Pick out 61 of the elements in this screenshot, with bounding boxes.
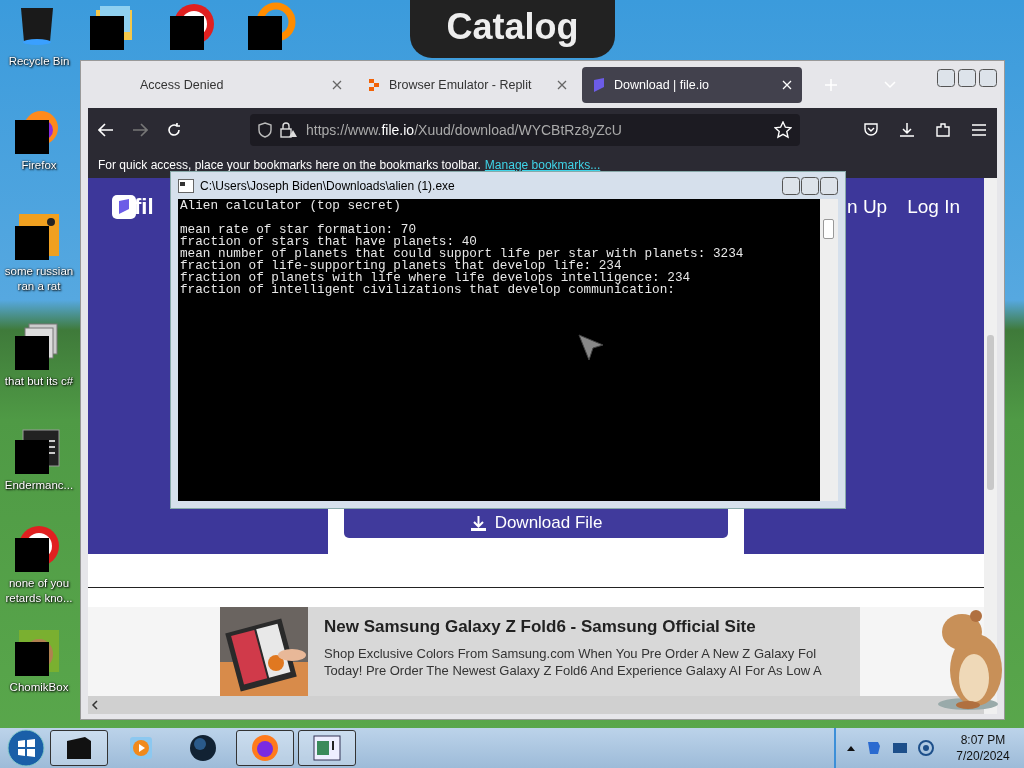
icon-label: that but its c# (4, 374, 74, 389)
logo-icon (112, 195, 136, 219)
reload-icon[interactable] (166, 122, 182, 138)
download-icon[interactable] (899, 122, 915, 138)
globe-icon (189, 734, 217, 762)
window-title: C:\Users\Joseph Biden\Downloads\alien (1).exe (200, 178, 456, 193)
icon-label: Recycle Bin (8, 54, 70, 69)
cursor-icon (578, 334, 604, 362)
console-line: Alien calculator (top secret) (180, 200, 402, 212)
console-line: fraction of intelligent civilizations that develop communication: (180, 284, 676, 296)
window-icon (313, 735, 341, 761)
app-icon[interactable] (248, 2, 296, 50)
extensions-icon[interactable] (935, 122, 951, 138)
nav-link[interactable]: n Up (847, 196, 888, 218)
ad-text: Today! Pre Order The Newest Galaxy Z Fold6 And Experience Galaxy AI For As Low A (324, 662, 823, 680)
console-line: mean rate of star formation: 70 (180, 224, 417, 236)
icon-label: Firefox (21, 158, 57, 173)
ad-banner[interactable] (308, 607, 860, 697)
box-icon (65, 735, 93, 761)
menu-icon[interactable] (971, 123, 987, 137)
forward-icon[interactable] (132, 123, 148, 137)
manage-bookmarks-link[interactable]: Manage bookmarks... (484, 158, 601, 172)
icon-label: ChomikBox (9, 680, 69, 695)
icon-label: none of you retards kno... (4, 576, 74, 606)
url-field[interactable]: https://www.file.io/Xuud/download/WYCBtRz8yZcU (250, 114, 800, 146)
icon-label: some russian ran a rat (3, 264, 75, 294)
start-button[interactable] (6, 729, 46, 767)
console-line: fraction of stars that have planets: 40 (180, 236, 477, 248)
browser-tab[interactable]: Download | file.io (582, 66, 802, 103)
taskbar-button[interactable] (298, 730, 356, 766)
catalog-window: Catalog (410, 0, 615, 58)
ad-text: Shop Exclusive Colors From Samsung.com When You Pre Order A New Z Galaxy Fol (324, 645, 818, 663)
taskbar-button[interactable] (236, 730, 294, 766)
nav-link[interactable]: Log In (907, 196, 960, 218)
scroll-left-icon[interactable] (91, 700, 99, 710)
taskbar-button[interactable] (50, 730, 108, 766)
console-icon (178, 178, 194, 193)
console-line: fraction of planets with life where life develops intelligence: 234 (180, 272, 692, 284)
star-icon[interactable] (774, 121, 792, 139)
scrollbar[interactable] (820, 199, 838, 501)
download-icon (469, 514, 487, 532)
pocket-icon[interactable] (863, 122, 879, 138)
chevron-up-icon[interactable] (846, 744, 856, 752)
browser-tab[interactable]: Browser Emulator - Replit (357, 66, 577, 103)
monitor-icon[interactable] (892, 741, 908, 755)
console-line: mean number of planets that could support life per star with planets: 3234 (180, 248, 745, 260)
play-icon (128, 735, 154, 761)
bookmarks-hint: For quick access, place your bookmarks here on the bookmarks toolbar. (98, 158, 481, 172)
ad-title[interactable]: New Samsung Galaxy Z Fold6 - Samsung Official Site (324, 617, 860, 638)
icon-label: Endermanc... (4, 478, 74, 493)
firefox-icon (250, 733, 280, 763)
replit-icon (367, 77, 381, 92)
lock-icon (280, 122, 298, 138)
app-icon[interactable] (15, 426, 63, 474)
volume-icon[interactable] (918, 740, 934, 756)
clock[interactable]: 8:07 PM 7/20/2024 (952, 732, 1014, 764)
browser-tab[interactable]: Access Denied (90, 66, 352, 103)
file-icon (592, 76, 606, 93)
back-icon[interactable] (98, 123, 114, 137)
console-line: fraction of life-supporting planets that develop life: 234 (180, 260, 622, 272)
download-file-button[interactable]: Download File (344, 508, 728, 539)
